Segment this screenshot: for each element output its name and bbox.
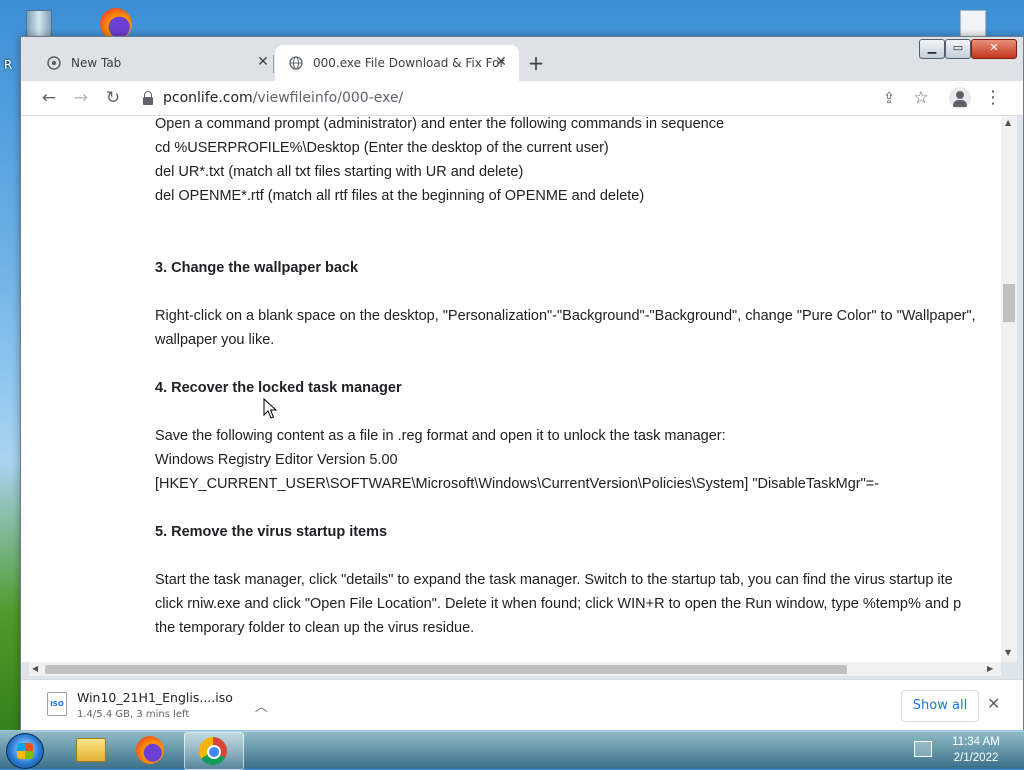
windows-logo-icon	[17, 743, 33, 759]
taskbar: 11:34 AM 2/1/2022	[0, 730, 1024, 770]
clock-time: 11:34 AM	[952, 736, 1000, 748]
article-line: cd %USERPROFILE%\Desktop (Enter the desk…	[155, 140, 609, 156]
recycle-bin-icon[interactable]	[18, 6, 58, 40]
article-line: [HKEY_CURRENT_USER\SOFTWARE\Microsoft\Wi…	[155, 476, 880, 492]
section-heading: 3. Change the wallpaper back	[155, 260, 359, 276]
network-icon[interactable]	[914, 741, 932, 757]
article-line: Right-click on a blank space on the desk…	[155, 308, 976, 324]
clock-date: 2/1/2022	[953, 752, 999, 764]
scroll-down-arrow-icon[interactable]: ▼	[1005, 648, 1011, 657]
forward-arrow-icon[interactable]: →	[69, 86, 93, 110]
taskbar-firefox[interactable]	[122, 732, 180, 768]
tab-strip: New Tab ✕ 000.exe File Download & Fix Fo…	[21, 37, 1023, 81]
article-line: del OPENME*.rtf (match all rtf files at …	[155, 188, 645, 204]
new-tab-button[interactable]: +	[523, 51, 549, 77]
section-heading: 5. Remove the virus startup items	[155, 524, 388, 540]
article-line: wallpaper you like.	[155, 332, 275, 348]
maximize-button[interactable]: ▭	[945, 39, 971, 59]
back-arrow-icon[interactable]: ←	[37, 86, 61, 110]
reload-icon[interactable]: ↻	[101, 86, 125, 110]
url-path: /viewfileinfo/000-exe/	[252, 90, 404, 106]
vertical-scrollbar[interactable]: ▲ ▼	[1001, 116, 1017, 662]
firefox-icon	[136, 736, 164, 764]
address-bar[interactable]: pconlife.com/viewfileinfo/000-exe/	[137, 84, 857, 112]
chrome-window: New Tab ✕ 000.exe File Download & Fix Fo…	[20, 36, 1024, 732]
mouse-cursor-icon	[263, 398, 278, 419]
browser-toolbar: ← → ↻ pconlife.com/viewfileinfo/000-exe/…	[21, 81, 1023, 116]
vertical-scroll-thumb[interactable]	[1003, 284, 1015, 322]
tab-new-tab[interactable]: New Tab ✕	[33, 45, 281, 81]
system-clock[interactable]: 11:34 AM 2/1/2022	[940, 734, 1012, 766]
close-tab-icon[interactable]: ✕	[255, 54, 271, 70]
page-content: Open a command prompt (administrator) an…	[21, 116, 1001, 662]
lock-icon	[143, 91, 153, 105]
article-line: Save the following content as a file in …	[155, 428, 726, 444]
share-icon[interactable]: ⇪	[877, 86, 901, 110]
tab-divider	[273, 55, 274, 73]
download-status: 1.4/5.4 GB, 3 mins left	[77, 709, 190, 720]
firefox-desktop-icon[interactable]	[96, 6, 138, 40]
horizontal-scrollbar[interactable]: ◀ ▶	[29, 662, 1001, 676]
download-shelf: ISO Win10_21H1_Englis....iso 1.4/5.4 GB,…	[21, 679, 1023, 732]
download-item[interactable]: ISO Win10_21H1_Englis....iso 1.4/5.4 GB,…	[43, 684, 268, 726]
start-button[interactable]	[6, 733, 44, 769]
minimize-button[interactable]: ▁	[919, 39, 945, 59]
tab-active-page[interactable]: 000.exe File Download & Fix For ✕	[275, 45, 519, 81]
file-iso-icon: ISO	[47, 692, 67, 716]
article-line: Windows Registry Editor Version 5.00	[155, 452, 398, 468]
scroll-up-arrow-icon[interactable]: ▲	[1005, 118, 1011, 127]
scroll-right-arrow-icon[interactable]: ▶	[987, 664, 993, 673]
article-line: Start the task manager, click "details" …	[155, 572, 953, 588]
url-host: pconlife.com	[163, 90, 253, 106]
menu-kebab-icon[interactable]: ⋮	[981, 86, 1005, 110]
article-line: the temporary folder to clean up the vir…	[155, 620, 475, 636]
download-file-name: Win10_21H1_Englis....iso	[77, 690, 233, 705]
article-line: Open a command prompt (administrator) an…	[155, 116, 725, 132]
chevron-up-icon[interactable]: ︿	[255, 696, 268, 715]
profile-avatar-icon[interactable]	[949, 87, 971, 109]
tab-title: 000.exe File Download & Fix For	[313, 56, 505, 70]
close-shelf-icon[interactable]: ✕	[987, 694, 1000, 713]
section-heading: 4. Recover the locked task manager	[155, 380, 402, 396]
folder-icon	[76, 738, 106, 762]
article-line: del UR*.txt (match all txt files startin…	[155, 164, 524, 180]
taskbar-chrome[interactable]	[184, 732, 244, 770]
close-tab-icon[interactable]: ✕	[493, 54, 509, 70]
close-window-button[interactable]: ✕	[971, 39, 1017, 59]
scroll-left-arrow-icon[interactable]: ◀	[32, 664, 38, 673]
article-line: click rniw.exe and click "Open File Loca…	[155, 596, 962, 612]
chrome-favicon-icon	[47, 56, 61, 70]
tab-title: New Tab	[71, 56, 122, 70]
taskbar-explorer[interactable]	[60, 732, 118, 768]
globe-icon	[289, 56, 303, 70]
bookmark-star-icon[interactable]: ☆	[909, 86, 933, 110]
chrome-icon	[199, 737, 227, 765]
horizontal-scroll-thumb[interactable]	[45, 665, 847, 674]
show-all-button[interactable]: Show all	[901, 690, 979, 722]
desktop-partial-label: R	[4, 58, 13, 72]
